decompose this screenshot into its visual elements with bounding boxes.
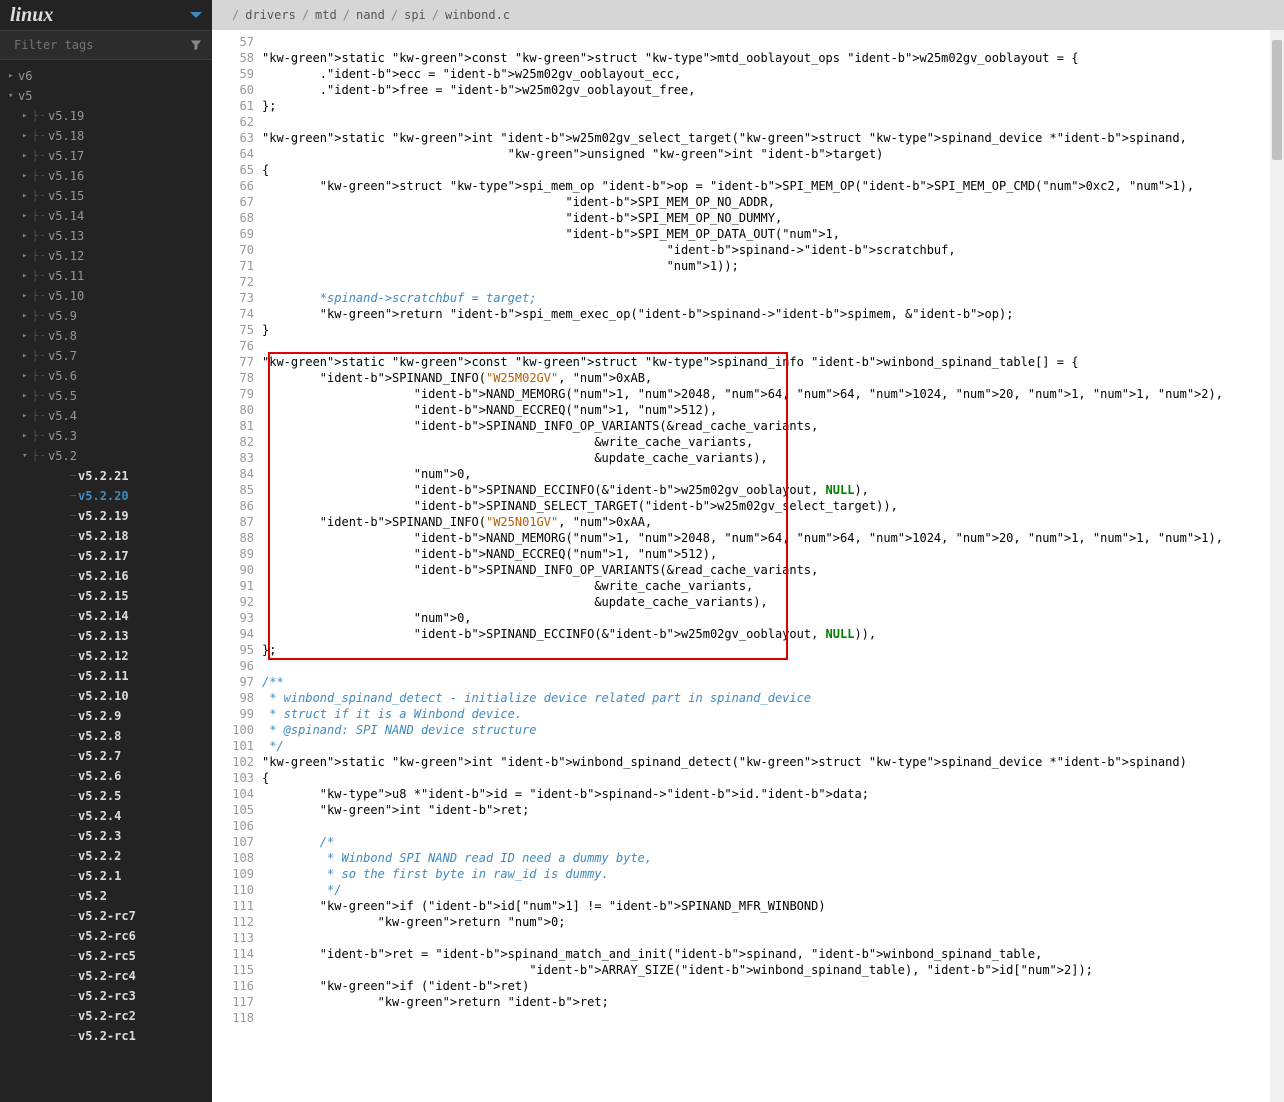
breadcrumb-segment[interactable]: winbond.c: [445, 8, 510, 22]
tree-node[interactable]: ─v5.2.17: [0, 546, 212, 566]
tree-node[interactable]: ─v5.2.7: [0, 746, 212, 766]
tree-node[interactable]: ▸├╶v5.14: [0, 206, 212, 226]
sidebar-header: linux: [0, 0, 212, 30]
breadcrumb-segment[interactable]: spi: [404, 8, 426, 22]
tree-node[interactable]: ▸├╶v5.11: [0, 266, 212, 286]
tree-node[interactable]: ▸├╶v5.12: [0, 246, 212, 266]
tree-node[interactable]: ─v5.2-rc3: [0, 986, 212, 1006]
sidebar: linux ▸v6▾v5▸├╶v5.19▸├╶v5.18▸├╶v5.17▸├╶v…: [0, 0, 212, 1102]
code-body[interactable]: "kw-green">static "kw-green">const "kw-g…: [262, 30, 1284, 1102]
tree-node[interactable]: ▸├╶v5.5: [0, 386, 212, 406]
app-logo[interactable]: linux: [10, 4, 53, 27]
tree-node[interactable]: ─v5.2.5: [0, 786, 212, 806]
tree-node[interactable]: ▸├╶v5.8: [0, 326, 212, 346]
tree-node[interactable]: ─v5.2-rc5: [0, 946, 212, 966]
tree-node[interactable]: ▸├╶v5.6: [0, 366, 212, 386]
funnel-icon[interactable]: [190, 39, 202, 51]
tree-node[interactable]: ▸├╶v5.7: [0, 346, 212, 366]
tree-node[interactable]: ─v5.2.11: [0, 666, 212, 686]
tree-node[interactable]: ─v5.2.1: [0, 866, 212, 886]
tree-node[interactable]: ▸├╶v5.13: [0, 226, 212, 246]
tree-node[interactable]: ▸├╶v5.19: [0, 106, 212, 126]
line-gutter: 5758596061626364656667686970717273747576…: [212, 30, 262, 1102]
tree-node[interactable]: ─v5.2-rc4: [0, 966, 212, 986]
tree-node[interactable]: ▸├╶v5.3: [0, 426, 212, 446]
tree-node[interactable]: ▸├╶v5.9: [0, 306, 212, 326]
tree-node[interactable]: ─v5.2.20: [0, 486, 212, 506]
tree-node[interactable]: ─v5.2.16: [0, 566, 212, 586]
tree-node[interactable]: ─v5.2-rc7: [0, 906, 212, 926]
tree-node[interactable]: ─v5.2.8: [0, 726, 212, 746]
tree-node[interactable]: ─v5.2.18: [0, 526, 212, 546]
tree-node[interactable]: ─v5.2.2: [0, 846, 212, 866]
tree-node[interactable]: ─v5.2.13: [0, 626, 212, 646]
tree-node[interactable]: ─v5.2.10: [0, 686, 212, 706]
code-viewer: 5758596061626364656667686970717273747576…: [212, 30, 1284, 1102]
breadcrumb-segment[interactable]: drivers: [245, 8, 296, 22]
tree-node[interactable]: ▸├╶v5.4: [0, 406, 212, 426]
tree-node[interactable]: ▸├╶v5.10: [0, 286, 212, 306]
tree-node[interactable]: ─v5.2.4: [0, 806, 212, 826]
breadcrumb: /drivers/mtd/nand/spi/winbond.c: [212, 0, 1284, 30]
main: /drivers/mtd/nand/spi/winbond.c 57585960…: [212, 0, 1284, 1102]
breadcrumb-segment[interactable]: mtd: [315, 8, 337, 22]
dropdown-icon[interactable]: [190, 12, 202, 18]
tree-node[interactable]: ─v5.2.15: [0, 586, 212, 606]
tree-node[interactable]: ─v5.2.14: [0, 606, 212, 626]
tree-node[interactable]: ─v5.2.12: [0, 646, 212, 666]
tree-node[interactable]: ─v5.2.21: [0, 466, 212, 486]
tree-node[interactable]: ─v5.2.9: [0, 706, 212, 726]
tree-node[interactable]: ─v5.2.6: [0, 766, 212, 786]
tree-node[interactable]: ─v5.2-rc2: [0, 1006, 212, 1026]
tree-node[interactable]: ─v5.2.3: [0, 826, 212, 846]
filter-input[interactable]: [14, 38, 164, 52]
tree-node[interactable]: ▸├╶v5.18: [0, 126, 212, 146]
tag-tree[interactable]: ▸v6▾v5▸├╶v5.19▸├╶v5.18▸├╶v5.17▸├╶v5.16▸├…: [0, 60, 212, 1102]
tree-node[interactable]: ▸├╶v5.16: [0, 166, 212, 186]
tree-node[interactable]: ▸v6: [0, 66, 212, 86]
tree-node[interactable]: ─v5.2-rc6: [0, 926, 212, 946]
tree-node[interactable]: ─v5.2-rc1: [0, 1026, 212, 1046]
filter-row: [0, 30, 212, 60]
scrollbar-thumb[interactable]: [1272, 40, 1282, 160]
breadcrumb-segment[interactable]: nand: [356, 8, 385, 22]
tree-node[interactable]: ─v5.2.19: [0, 506, 212, 526]
tree-node[interactable]: ▾v5: [0, 86, 212, 106]
scrollbar-vertical[interactable]: [1270, 30, 1284, 1102]
tree-node[interactable]: ▸├╶v5.15: [0, 186, 212, 206]
tree-node[interactable]: ▾├╶v5.2: [0, 446, 212, 466]
tree-node[interactable]: ▸├╶v5.17: [0, 146, 212, 166]
tree-node[interactable]: ─v5.2: [0, 886, 212, 906]
